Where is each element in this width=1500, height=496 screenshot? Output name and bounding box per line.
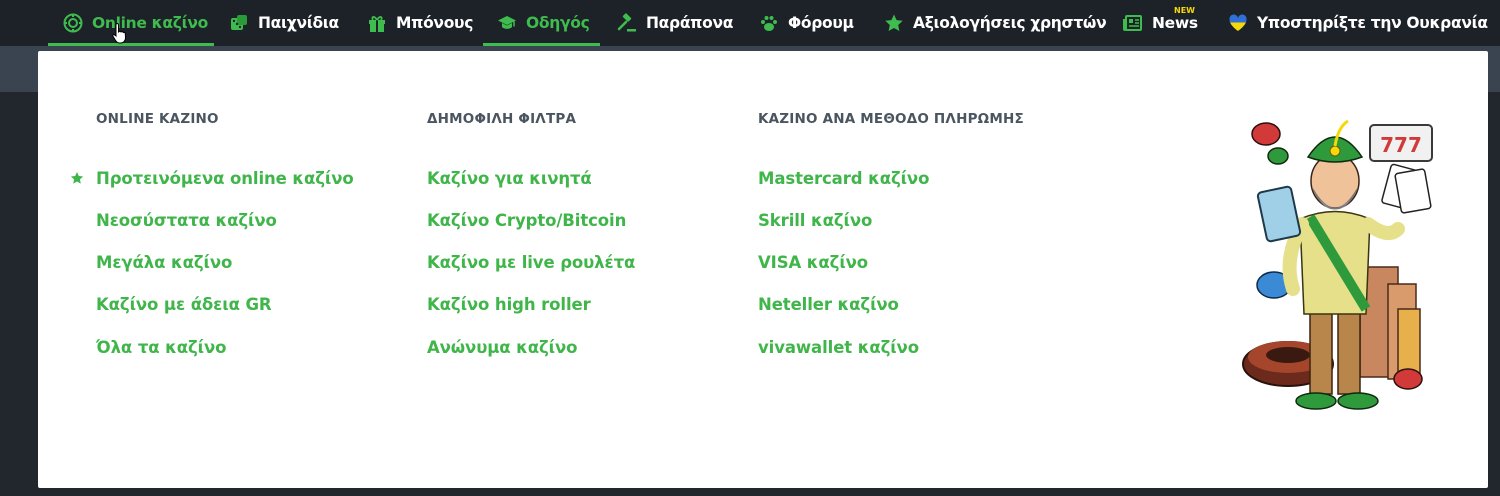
column-heading: ONLINE ΚΑΖΙΝΟ (96, 111, 219, 127)
menu-link[interactable]: Καζίνο για κινητά (427, 169, 592, 188)
nav-item-online-casino[interactable]: Online καζίνο (48, 0, 214, 46)
column-heading: ΚΑΖΙΝΟ ΑΝΑ ΜΕΘΟΔΟ ΠΛΗΡΩΜΗΣ (758, 111, 1024, 127)
menu-link[interactable]: Καζίνο high roller (427, 295, 591, 314)
menu-link[interactable]: Καζίνο Crypto/Bitcoin (427, 211, 626, 230)
nav-label: Παράπονα (646, 14, 734, 32)
menu-link-label: Προτεινόμενα online καζίνο (96, 169, 354, 188)
nav-item-support-ukraine[interactable]: Υποστηρίξτε την Ουκρανία (1227, 0, 1488, 46)
nav-item-bonus[interactable]: Μπόνους (366, 0, 473, 46)
mega-menu-dropdown: ONLINE ΚΑΖΙΝΟ Προτεινόμενα online καζίνο… (38, 51, 1488, 488)
menu-link[interactable]: Προτεινόμενα online καζίνο (70, 169, 354, 188)
column-heading: ΔΗΜΟΦΙΛΗ ΦΙΛΤΡΑ (427, 111, 577, 127)
menu-link[interactable]: Νεοσύστατα καζίνο (96, 211, 277, 230)
gavel-icon (616, 12, 638, 34)
menu-link[interactable]: Καζίνο με άδεια GR (96, 295, 272, 314)
menu-link[interactable]: Καζίνο με live ρουλέτα (427, 253, 635, 272)
menu-column-online-casino: ONLINE ΚΑΖΙΝΟ Προτεινόμενα online καζίνο… (70, 111, 354, 357)
casino-chip-icon (62, 12, 84, 34)
nav-label: Μπόνους (396, 14, 474, 32)
graduation-cap-icon (496, 12, 518, 34)
paw-icon (758, 12, 780, 34)
nav-item-guide[interactable]: Οδηγός (483, 0, 600, 46)
nav-label: News (1152, 14, 1198, 32)
menu-column-payment-methods: ΚΑΖΙΝΟ ΑΝΑ ΜΕΘΟΔΟ ΠΛΗΡΩΜΗΣ Mastercard κα… (758, 111, 1024, 357)
menu-link[interactable]: vivawallet καζίνο (758, 338, 919, 357)
new-badge: NEW (1174, 6, 1195, 15)
nav-item-user-reviews[interactable]: Αξιολογήσεις χρηστών (883, 0, 1107, 46)
top-navigation: Online καζίνο Παιχνίδια Μπόνους Οδηγός Π… (0, 0, 1500, 46)
menu-link[interactable]: Ανώνυμα καζίνο (427, 338, 577, 357)
nav-item-forum[interactable]: Φόρουμ (758, 0, 854, 46)
menu-link[interactable]: Μεγάλα καζίνο (96, 253, 232, 272)
svg-text:777: 777 (1380, 133, 1422, 157)
menu-link[interactable]: Mastercard καζίνο (758, 169, 929, 188)
newspaper-icon (1122, 12, 1144, 34)
menu-link[interactable]: VISA καζίνο (758, 253, 868, 272)
menu-link[interactable]: Όλα τα καζίνο (96, 338, 226, 357)
star-icon (70, 172, 84, 184)
gift-icon (366, 12, 388, 34)
menu-link[interactable]: Skrill καζίνο (758, 211, 872, 230)
nav-label: Αξιολογήσεις χρηστών (913, 14, 1107, 32)
nav-item-games[interactable]: Παιχνίδια (228, 0, 339, 46)
nav-item-news[interactable]: News NEW (1122, 0, 1198, 46)
nav-item-complaints[interactable]: Παράπονα (616, 0, 733, 46)
nav-label: Φόρουμ (788, 14, 854, 32)
casino-mascot-illustration: 777 (1242, 119, 1433, 410)
dice-icon (228, 12, 250, 34)
nav-label: Οδηγός (526, 14, 590, 32)
hand-cursor-icon (112, 22, 127, 44)
nav-label: Παιχνίδια (258, 14, 339, 32)
nav-label: Υποστηρίξτε την Ουκρανία (1257, 14, 1488, 32)
menu-column-popular-filters: ΔΗΜΟΦΙΛΗ ΦΙΛΤΡΑ Καζίνο για κινητά Καζίνο… (427, 111, 635, 357)
nav-label: Online καζίνο (92, 14, 208, 32)
ukraine-heart-icon (1227, 12, 1249, 34)
star-icon (883, 12, 905, 34)
menu-link[interactable]: Neteller καζίνο (758, 295, 899, 314)
